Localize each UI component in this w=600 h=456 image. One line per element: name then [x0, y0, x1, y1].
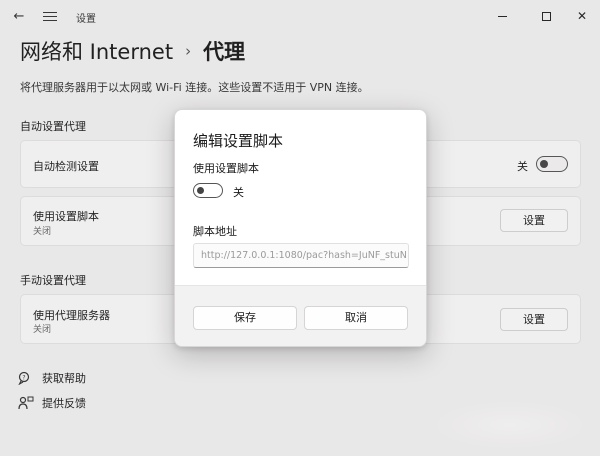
dialog-footer: 保存 取消 — [175, 285, 426, 346]
cancel-button[interactable]: 取消 — [304, 306, 408, 330]
dialog-title: 编辑设置脚本 — [193, 132, 284, 150]
script-address-input[interactable]: http://127.0.0.1:1080/pac?hash=JuNF_stuN — [193, 243, 409, 268]
save-button[interactable]: 保存 — [193, 306, 297, 330]
toggle-knob — [197, 187, 204, 194]
edit-setup-script-dialog: 编辑设置脚本 使用设置脚本 关 脚本地址 http://127.0.0.1:10… — [174, 109, 427, 347]
script-address-label: 脚本地址 — [193, 225, 237, 238]
use-script-label: 使用设置脚本 — [193, 162, 259, 175]
use-script-toggle[interactable] — [193, 183, 223, 198]
use-script-toggle-state: 关 — [233, 186, 244, 199]
